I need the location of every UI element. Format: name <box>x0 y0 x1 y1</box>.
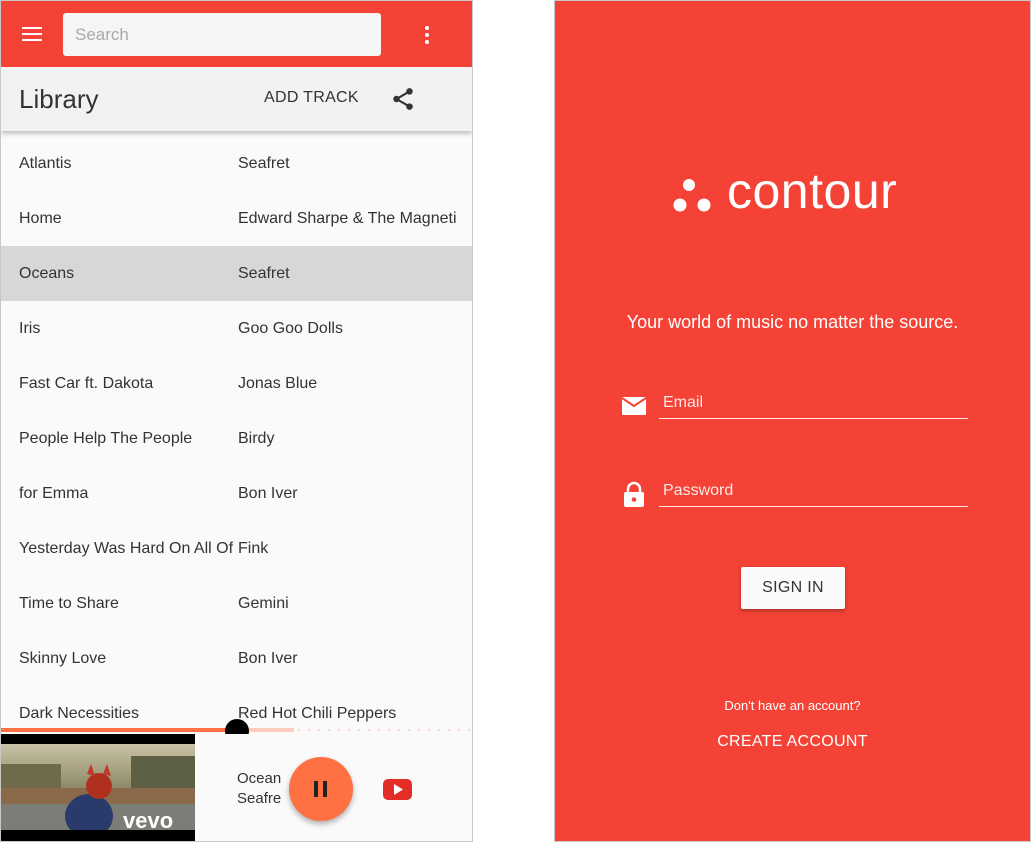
vevo-watermark: vevo <box>123 808 173 833</box>
track-artist: Bon Iver <box>238 650 298 667</box>
track-artist: Seafret <box>238 265 290 282</box>
pause-button[interactable] <box>289 757 353 821</box>
track-row[interactable]: People Help The People Birdy <box>1 411 472 466</box>
track-row[interactable]: Iris Goo Goo Dolls <box>1 301 472 356</box>
track-artist: Birdy <box>238 430 275 447</box>
track-row[interactable]: Oceans Seafret <box>1 246 472 301</box>
tagline: Your world of music no matter the source… <box>626 312 959 332</box>
track-row[interactable]: Home Edward Sharpe & The Magneti <box>1 191 472 246</box>
password-field[interactable] <box>659 479 968 507</box>
hamburger-menu-icon[interactable] <box>19 23 49 45</box>
track-title: Time to Share <box>19 595 119 612</box>
mini-player: vevo Oceans Seafret <box>1 734 472 841</box>
sign-in-button[interactable]: SIGN IN <box>741 567 845 609</box>
track-title: Dark Necessities <box>19 705 140 722</box>
more-vert-icon[interactable] <box>419 23 435 47</box>
logo-text: contour <box>727 163 898 219</box>
email-field[interactable] <box>659 391 968 419</box>
track-artist: Edward Sharpe & The Magneti <box>238 210 457 227</box>
lock-icon <box>624 481 644 507</box>
page-title: Library <box>19 84 99 114</box>
track-row[interactable]: Yesterday Was Hard On All Of Fink <box>1 521 472 576</box>
search-input[interactable] <box>63 13 381 56</box>
track-row[interactable]: Atlantis Seafret <box>1 136 472 191</box>
track-title: Yesterday Was Hard On All Of <box>19 540 234 557</box>
progress-remaining <box>293 729 472 731</box>
no-account-text: Don't have an account? <box>724 698 861 713</box>
now-playing-title: Oceans <box>237 770 281 787</box>
track-artist: Jonas Blue <box>238 375 318 392</box>
track-artist: Gemini <box>238 595 289 612</box>
track-title: Home <box>19 210 62 227</box>
app-toolbar <box>1 1 472 67</box>
track-title: Iris <box>19 320 41 337</box>
mail-icon <box>621 397 647 415</box>
progress-fill <box>1 728 237 732</box>
track-row[interactable]: Time to Share Gemini <box>1 576 472 631</box>
video-frame-image: vevo <box>1 734 195 841</box>
track-artist: Seafret <box>238 155 290 172</box>
track-title: Atlantis <box>19 155 72 172</box>
add-track-button[interactable]: ADD TRACK <box>264 89 359 107</box>
track-artist: Red Hot Chili Peppers <box>238 705 397 722</box>
video-thumbnail[interactable]: vevo <box>1 734 195 841</box>
track-title: Fast Car ft. Dakota <box>19 375 154 392</box>
track-title: for Emma <box>19 485 89 502</box>
track-title: People Help The People <box>19 430 193 447</box>
track-title: Skinny Love <box>19 650 107 667</box>
track-artist: Fink <box>238 540 269 557</box>
library-screen: Library ADD TRACK Atlantis Seafret Home Edw… <box>0 0 473 842</box>
track-row[interactable]: Fast Car ft. Dakota Jonas Blue <box>1 356 472 411</box>
track-row[interactable]: Skinny Love Bon Iver <box>1 631 472 686</box>
track-artist: Goo Goo Dolls <box>238 320 343 337</box>
library-header: Library ADD TRACK <box>1 67 472 131</box>
track-list: Atlantis Seafret Home Edward Sharpe & The M… <box>1 136 472 724</box>
contour-logo: contour <box>673 163 923 224</box>
logo-dots-icon <box>673 179 711 212</box>
share-icon[interactable] <box>390 86 416 112</box>
track-row[interactable]: for Emma Bon Iver <box>1 466 472 521</box>
create-account-link[interactable]: CREATE ACCOUNT <box>555 733 1030 751</box>
track-artist: Bon Iver <box>238 485 298 502</box>
track-title: Oceans <box>19 265 75 282</box>
youtube-icon[interactable] <box>383 779 412 800</box>
now-playing-artist: Seafret <box>237 790 281 807</box>
login-screen: contour Your world of music no matter th… <box>554 0 1031 842</box>
